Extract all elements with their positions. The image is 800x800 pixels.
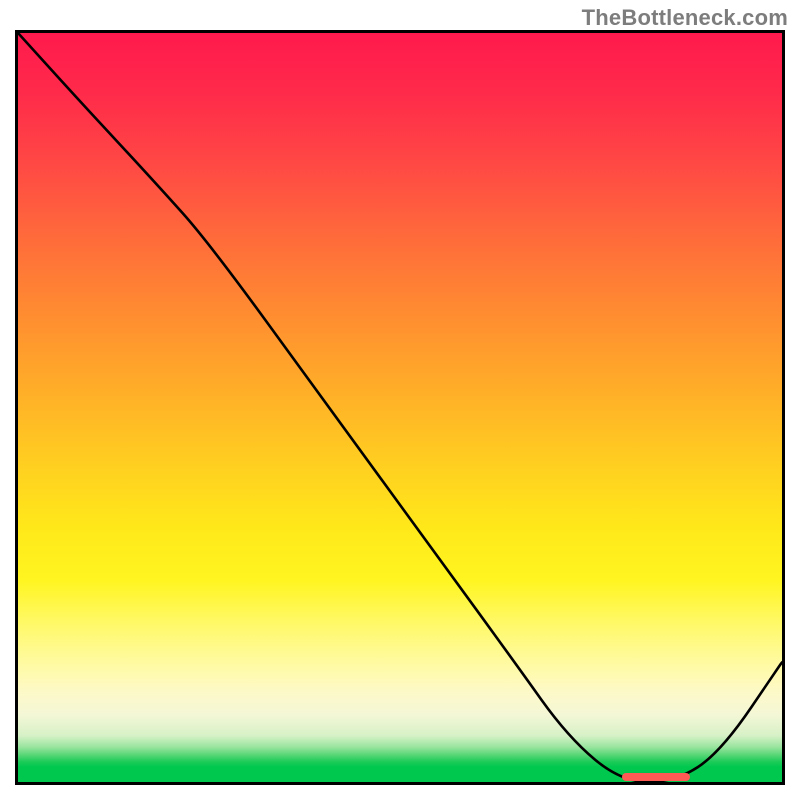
- chart-area: [15, 30, 785, 785]
- curve-path: [18, 33, 782, 782]
- bottleneck-curve: [18, 33, 782, 782]
- watermark-text: TheBottleneck.com: [582, 5, 788, 31]
- optimum-marker: [622, 773, 691, 781]
